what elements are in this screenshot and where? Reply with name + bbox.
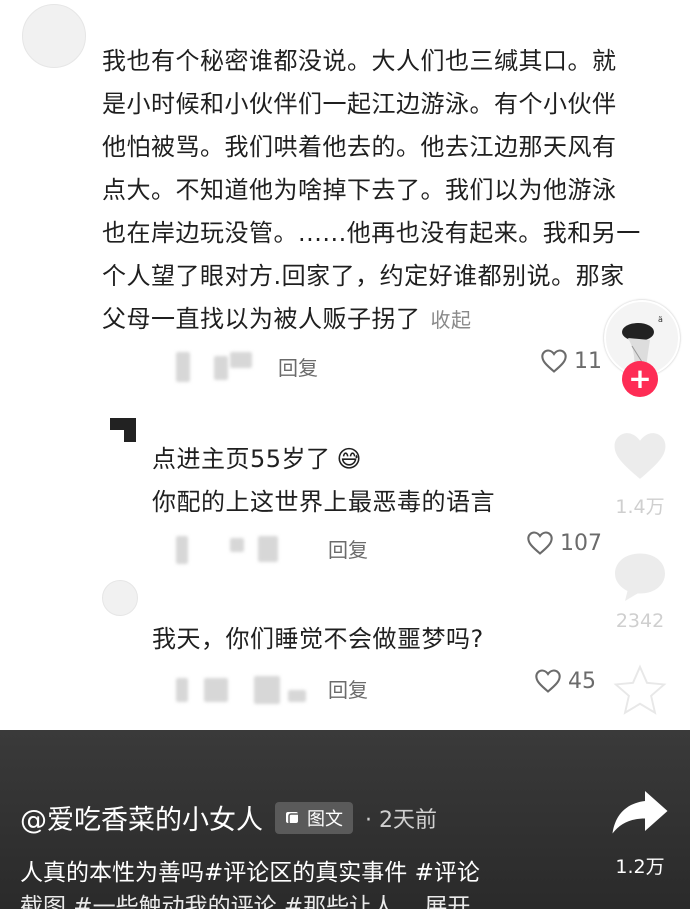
collapse-button[interactable]: 收起	[431, 308, 472, 332]
like-button[interactable]: 45	[534, 668, 596, 694]
blurred-location	[230, 538, 244, 552]
comment-line-text: 父母一直找以为被人贩子拐了	[102, 305, 421, 333]
post-type-label: 图文	[307, 808, 343, 830]
heart-icon	[541, 349, 567, 373]
heart-icon	[527, 531, 553, 555]
svg-text:ä: ä	[658, 315, 663, 324]
share-button[interactable]	[610, 786, 670, 836]
post-meta-row: @爱吃香菜的小女人 图文 · 2天前	[20, 798, 437, 837]
share-count: 1.2万	[615, 856, 665, 878]
comment-line: 也在岸边玩没管。......他再也没有起来。我和另一	[102, 219, 641, 247]
blurred-date	[176, 678, 188, 702]
comment-bubble-icon	[615, 553, 665, 601]
post-description-line: 人真的本性为善吗#评论区的真实事件 #评论	[20, 860, 480, 886]
like-count: 45	[568, 668, 596, 694]
blurred-location	[258, 536, 278, 562]
share-arrow-icon	[612, 791, 668, 834]
follow-button[interactable]: +	[622, 361, 658, 397]
reply-avatar[interactable]	[110, 418, 138, 444]
favorite-button[interactable]	[610, 662, 670, 720]
comment-line: 是小时候和小伙伴们一起江边游泳。有个小伙伴	[102, 90, 617, 118]
reply-text: 点进主页55岁了	[152, 445, 331, 473]
comment-line: 我也有个秘密谁都没说。大人们也三缄其口。就	[102, 47, 617, 75]
like-count: 11	[574, 348, 602, 374]
reply-avatar[interactable]	[102, 580, 138, 616]
reply-text: 我天，你们睡觉不会做噩梦吗?	[152, 625, 484, 653]
sweat-smile-emoji: 😅	[336, 445, 363, 473]
post-type-tag: 图文	[275, 801, 353, 834]
post-description-line[interactable]: 截图 #一些触动我的评论 #那些让人... 展开	[20, 890, 470, 924]
reply-line: 点进主页55岁了 😅	[152, 438, 362, 481]
like-button[interactable]: 11	[540, 348, 602, 374]
image-post-icon	[286, 811, 301, 825]
comment-body: 我也有个秘密谁都没说。大人们也三缄其口。就 是小时候和小伙伴们一起江边游泳。有个…	[102, 40, 662, 342]
heart-icon	[614, 433, 666, 479]
comment-line: 个人望了眼对方.回家了，约定好谁都别说。那家	[102, 262, 625, 290]
comment-line: 点大。不知道他为啥掉下去了。我们以为他游泳	[102, 176, 617, 204]
post-time: · 2天前	[365, 807, 437, 833]
comment-line: 他怕被骂。我们哄着他去的。他去江边那天风有	[102, 133, 617, 161]
heart-icon	[535, 669, 561, 693]
like-video-count: 1.4万	[615, 496, 665, 518]
reply-button[interactable]: 回复	[328, 674, 368, 703]
blurred-date	[204, 678, 228, 702]
reply-button[interactable]: 回复	[278, 352, 318, 381]
blurred-location	[288, 690, 306, 702]
commenter-avatar[interactable]	[22, 4, 86, 68]
comment-line: 父母一直找以为被人贩子拐了 收起	[102, 298, 662, 342]
blurred-location	[254, 676, 280, 704]
plus-icon: +	[628, 362, 652, 395]
blurred-date	[176, 536, 188, 564]
blurred-date	[176, 352, 190, 382]
author-name[interactable]: @爱吃香菜的小女人	[20, 798, 263, 837]
comment-video-count: 2342	[615, 610, 665, 632]
blurred-location	[214, 356, 228, 380]
like-button[interactable]: 107	[526, 530, 602, 556]
comment-video-button[interactable]	[610, 548, 670, 604]
reply-line: 你配的上这世界上最恶毒的语言	[152, 488, 495, 516]
star-icon	[613, 664, 667, 715]
like-count: 107	[560, 530, 602, 556]
blurred-location	[230, 352, 252, 368]
like-video-button[interactable]	[608, 428, 672, 484]
reply-button[interactable]: 回复	[328, 534, 368, 563]
